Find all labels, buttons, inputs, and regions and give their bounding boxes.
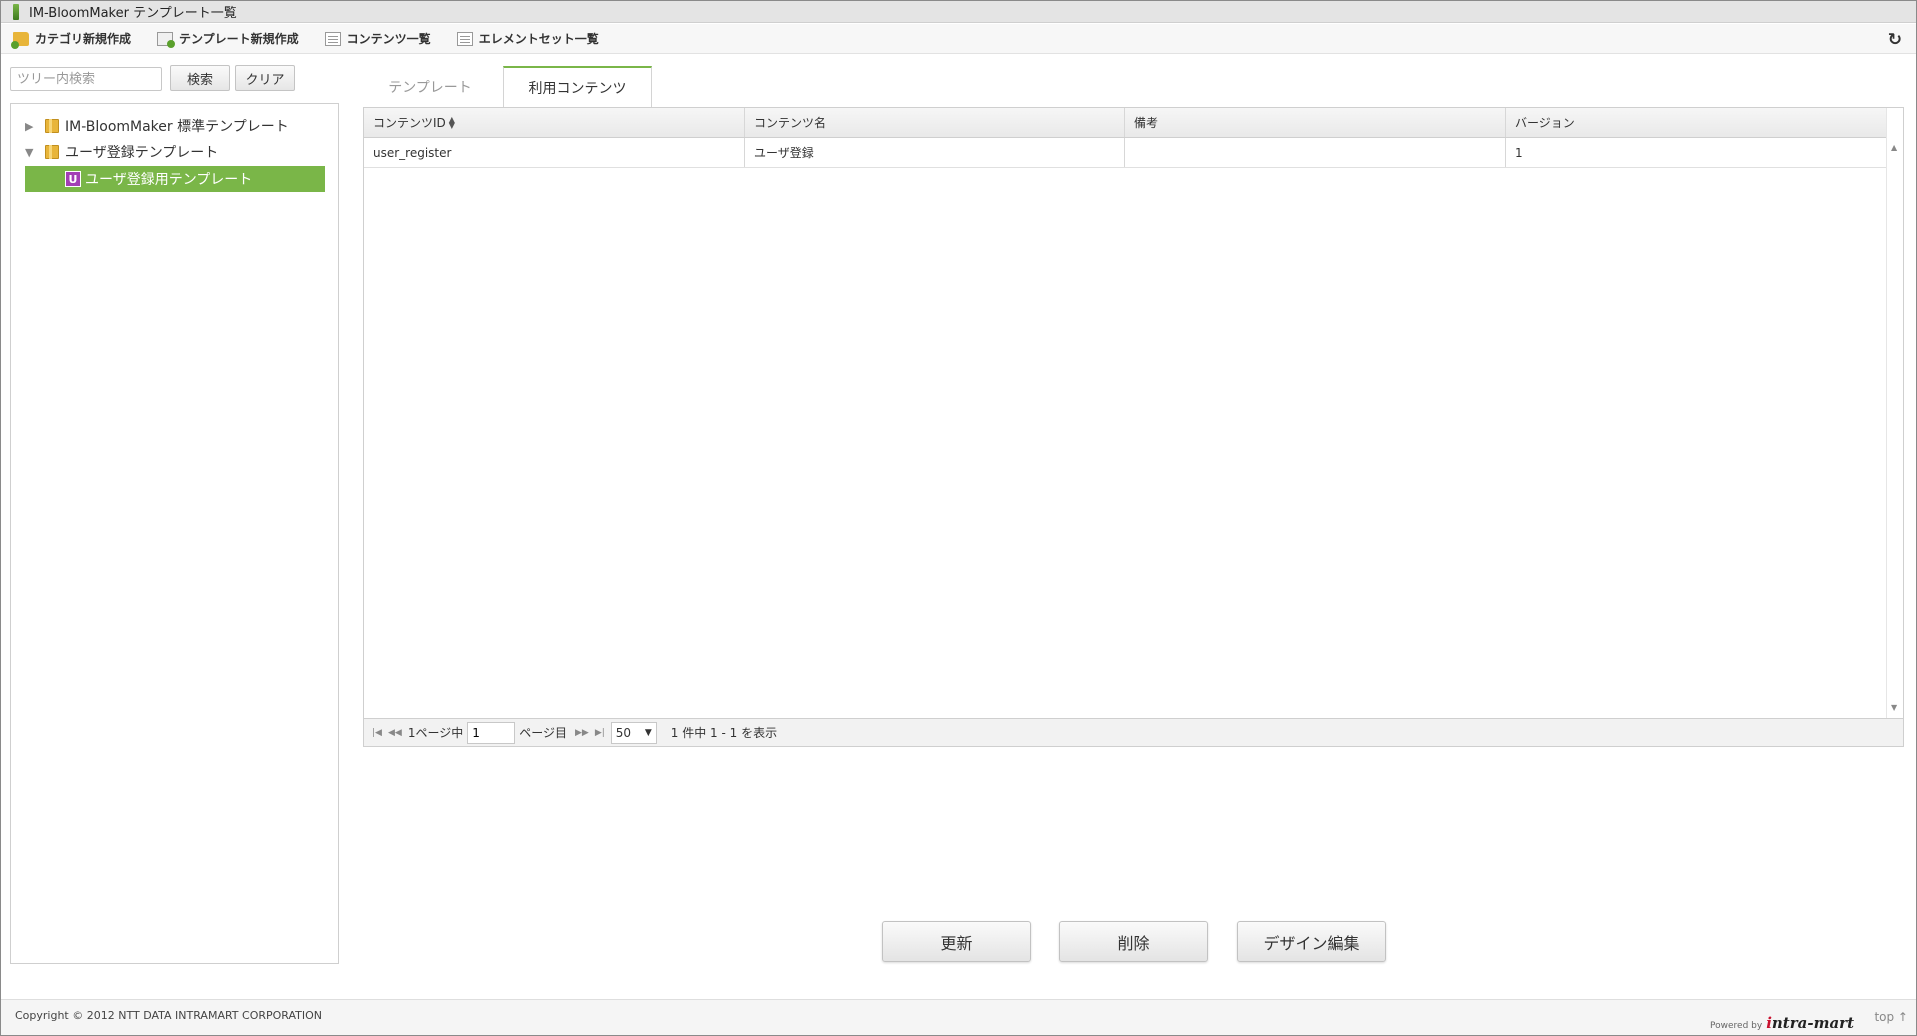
category-tree: ▶ IM-BloomMaker 標準テンプレート ▼ ユーザ登録テンプレート U… <box>10 103 339 964</box>
first-page-icon[interactable]: |◀ <box>372 728 382 738</box>
prev-page-icon[interactable]: ◀◀ <box>388 728 402 738</box>
tree-node-label: ユーザ登録用テンプレート <box>85 172 253 188</box>
column-header-content-id[interactable]: コンテンツID ▲ ▼ <box>364 108 745 137</box>
page-number-input[interactable] <box>467 721 516 744</box>
delete-button[interactable]: 削除 <box>1059 921 1208 962</box>
tab-used-contents[interactable]: 利用コンテンツ <box>503 66 652 107</box>
new-category-label: カテゴリ新規作成 <box>35 32 132 46</box>
column-header-remarks[interactable]: 備考 <box>1125 108 1506 137</box>
tree-search-button[interactable]: 検索 <box>170 65 230 91</box>
grid-header: コンテンツID ▲ ▼ コンテンツ名 備考 バージョン <box>364 108 1887 138</box>
toolbar: カテゴリ新規作成 テンプレート新規作成 コンテンツ一覧 エレメントセット一覧 ↻ <box>1 24 1916 54</box>
chevron-down-icon: ▼ <box>644 727 652 738</box>
cell-version: 1 <box>1515 145 1523 160</box>
tree-node-standard-templates[interactable]: ▶ IM-BloomMaker 標準テンプレート <box>25 114 289 138</box>
content-grid: コンテンツID ▲ ▼ コンテンツ名 備考 バージョン user_register… <box>363 107 1904 747</box>
element-set-list-button[interactable]: エレメントセット一覧 <box>456 30 599 47</box>
title-bar: IM-BloomMaker テンプレート一覧 <box>1 1 1916 23</box>
brand-name: ntra-mart <box>1771 1014 1854 1032</box>
folder-icon <box>45 145 59 159</box>
update-button[interactable]: 更新 <box>882 921 1031 962</box>
folder-add-icon <box>11 31 29 49</box>
app-icon <box>13 3 19 20</box>
template-badge-icon: U <box>65 171 81 187</box>
design-edit-button[interactable]: デザイン編集 <box>1237 921 1386 962</box>
content-list-label: コンテンツ一覧 <box>346 32 431 46</box>
tree-search-input[interactable] <box>10 67 162 91</box>
list-icon <box>456 31 473 46</box>
cell-remarks <box>1125 138 1506 167</box>
copyright-text: Copyright © 2012 NTT DATA INTRAMART CORP… <box>15 1009 323 1022</box>
scroll-down-icon[interactable]: ▼ <box>1891 703 1897 712</box>
total-pages-label: 1ページ中 <box>407 726 464 740</box>
tree-node-label: IM-BloomMaker 標準テンプレート <box>65 119 289 135</box>
list-icon <box>324 31 341 46</box>
last-page-icon[interactable]: ▶| <box>595 728 605 738</box>
powered-by-logo: Powered by intra-mart <box>1710 1014 1854 1032</box>
footer: Copyright © 2012 NTT DATA INTRAMART CORP… <box>1 999 1916 1035</box>
result-summary: 1 件中 1 - 1 を表示 <box>670 726 778 740</box>
tree-node-label: ユーザ登録テンプレート <box>65 145 219 161</box>
table-row[interactable]: user_register ユーザ登録 1 <box>364 138 1887 168</box>
intra-mart-logo: intra-mart <box>1766 1014 1854 1032</box>
window-title: IM-BloomMaker テンプレート一覧 <box>29 6 237 21</box>
scroll-up-icon[interactable]: ▲ <box>1891 143 1897 152</box>
refresh-icon[interactable]: ↻ <box>1888 30 1902 50</box>
content-list-button[interactable]: コンテンツ一覧 <box>324 30 431 47</box>
next-page-icon[interactable]: ▶▶ <box>575 728 589 738</box>
vertical-scrollbar[interactable]: ▲ ▼ <box>1886 108 1903 718</box>
pager: |◀ ◀◀ 1ページ中 ページ目 ▶▶ ▶| 50 ▼ 1 件中 1 - 1 を… <box>364 718 1903 746</box>
cell-content-name: ユーザ登録 <box>745 138 1125 167</box>
column-header-label: コンテンツID <box>373 116 446 130</box>
new-category-button[interactable]: カテゴリ新規作成 <box>11 30 132 49</box>
tree-clear-button[interactable]: クリア <box>235 65 295 91</box>
document-add-icon <box>157 31 176 48</box>
tree-node-user-registration[interactable]: ▼ ユーザ登録テンプレート <box>25 140 218 164</box>
expand-arrow-icon[interactable]: ▶ <box>25 120 41 133</box>
back-to-top-link[interactable]: top ↑ <box>1874 1010 1908 1024</box>
new-template-label: テンプレート新規作成 <box>179 32 299 46</box>
element-set-list-label: エレメントセット一覧 <box>478 32 599 46</box>
tab-template[interactable]: テンプレート <box>365 66 495 107</box>
collapse-arrow-icon[interactable]: ▼ <box>25 146 41 159</box>
new-template-button[interactable]: テンプレート新規作成 <box>157 30 299 48</box>
tree-node-user-registration-template[interactable]: U ユーザ登録用テンプレート <box>25 166 325 192</box>
column-header-version[interactable]: バージョン <box>1506 108 1887 137</box>
column-header-content-name[interactable]: コンテンツ名 <box>745 108 1125 137</box>
page-size-select[interactable]: 50 ▼ <box>610 721 657 744</box>
page-size-value: 50 <box>615 725 632 740</box>
folder-icon <box>45 119 59 133</box>
sort-icon[interactable]: ▲ ▼ <box>449 115 455 129</box>
cell-content-id: user_register <box>364 138 745 167</box>
powered-by-label: Powered by <box>1710 1021 1763 1031</box>
page-suffix-label: ページ目 <box>519 726 567 740</box>
